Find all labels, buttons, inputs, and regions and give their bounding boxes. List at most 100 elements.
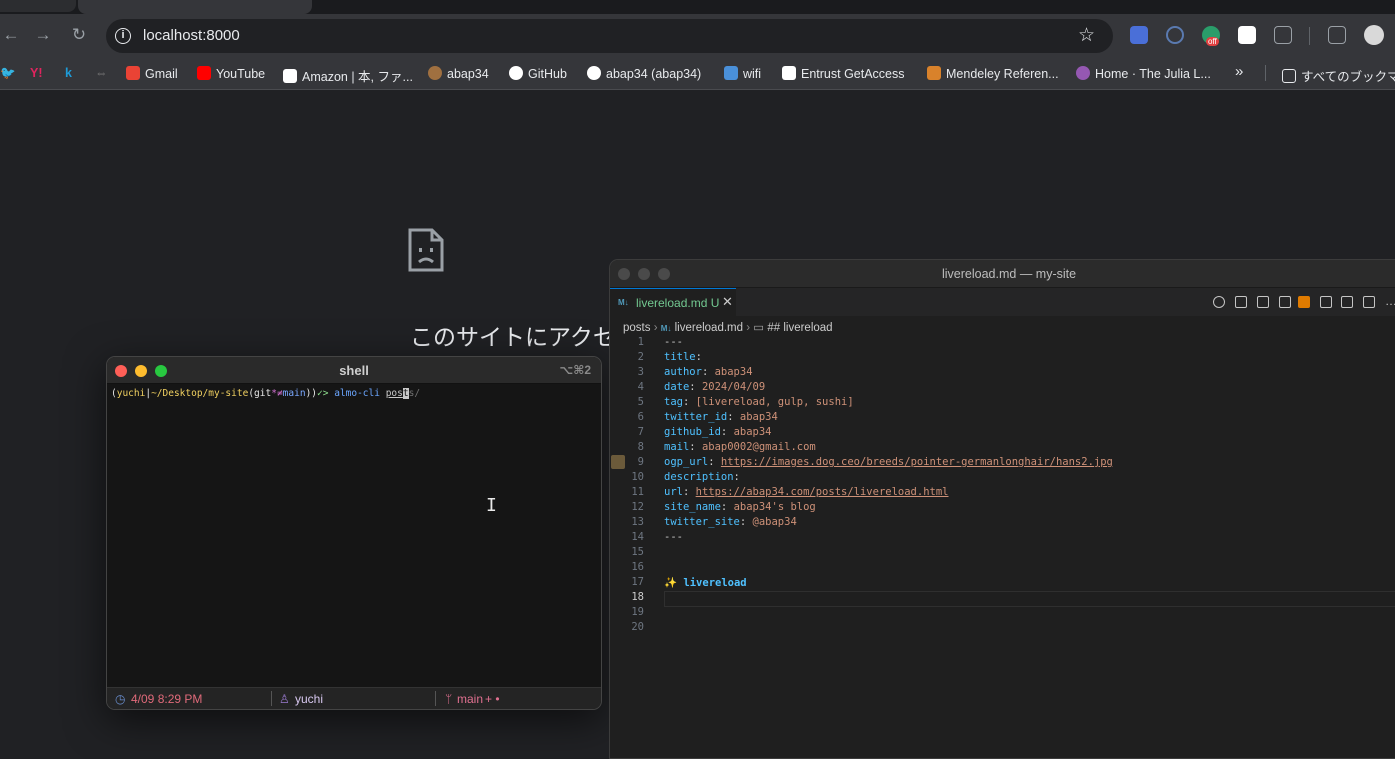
tab-livereload-md[interactable]: M↓ livereload.md U ✕ (610, 288, 736, 316)
terminal-window[interactable]: shell ⌥⌘2 (yuchi|~/Desktop/my-site(git*≠… (106, 356, 602, 710)
bookmark-star-icon[interactable]: ☆ (1078, 24, 1095, 47)
yaml-value: abap0002@gmail.com (701, 441, 816, 453)
puzzle-extensions-icon[interactable] (1274, 26, 1292, 44)
compare-icon[interactable] (1257, 296, 1269, 308)
more-bookmarks-chevron-icon[interactable]: » (1235, 63, 1243, 80)
code-line[interactable]: --- (664, 531, 683, 543)
bookmark-label: Home · The Julia L... (1095, 67, 1211, 81)
bookmark-label: abap34 (447, 67, 489, 81)
command-arg: pos (385, 388, 403, 399)
address-bar[interactable] (106, 19, 1113, 53)
terminal-titlebar[interactable]: shell ⌥⌘2 (107, 357, 601, 384)
breadcrumb[interactable]: posts › M↓ livereload.md › ▭ ## liverelo… (623, 320, 833, 334)
close-icon[interactable]: ✕ (722, 294, 733, 310)
prompt-ok: ✓> (317, 388, 329, 399)
more-actions-icon[interactable]: … (1385, 294, 1395, 308)
yaml-link[interactable]: https://abap34.com/posts/livereload.html (696, 486, 949, 498)
editor-titlebar[interactable]: livereload.md — my-site (610, 260, 1395, 288)
bookmark-youtube[interactable]: YouTube (197, 66, 265, 81)
yaml-key: ogp_url (664, 456, 709, 468)
prompt-user: yuchi (116, 388, 146, 399)
link-icon[interactable]: ⇔ (95, 66, 108, 80)
bookmark-entrust[interactable]: Entrust GetAccess (782, 66, 905, 81)
abap34-icon (428, 66, 442, 80)
yaml-link[interactable]: https://images.dog.ceo/breeds/pointer-ge… (721, 456, 1113, 468)
zoom-button[interactable] (658, 268, 670, 280)
yaml-value: abap34 (739, 411, 778, 423)
kaggle-icon[interactable]: k (65, 66, 72, 80)
crumb-symbol[interactable]: ## livereload (767, 322, 832, 334)
tab-filename: livereload.md (636, 296, 708, 310)
bookmark-gmail[interactable]: Gmail (126, 66, 178, 81)
yaml-key: site_name (664, 501, 721, 513)
side-panel-icon[interactable] (1328, 26, 1346, 44)
code-line[interactable]: tag: [livereload, gulp, sushi] (664, 396, 854, 408)
preview-side-icon[interactable] (1320, 296, 1332, 308)
timeline-icon[interactable] (1213, 296, 1225, 308)
preview-icon[interactable] (1235, 296, 1247, 308)
yaml-key: date (664, 381, 690, 393)
code-line[interactable]: ✨ livereload (664, 576, 747, 589)
split-editor-icon[interactable] (1363, 296, 1375, 308)
all-bookmarks-folder[interactable]: すべてのブックマ (1282, 66, 1395, 85)
bookmark-github-abap34[interactable]: abap34 (abap34) (587, 66, 701, 81)
folder-icon (1282, 69, 1296, 83)
bookmark-github[interactable]: GitHub (509, 66, 567, 81)
extension-action-icon[interactable] (1298, 296, 1310, 308)
crumb-file[interactable]: livereload.md (675, 322, 743, 334)
line-number: 18 (631, 591, 644, 603)
minimize-button[interactable] (638, 268, 650, 280)
bookmark-mendeley[interactable]: Mendeley Referen... (927, 66, 1059, 81)
profile-extension-icon[interactable] (1166, 26, 1184, 44)
url-text[interactable]: localhost:8000 (143, 27, 240, 44)
forward-arrow-icon[interactable]: → (32, 24, 54, 46)
frontmatter-delimiter: --- (664, 336, 683, 348)
code-line[interactable]: title: (664, 351, 702, 363)
bookmark-label: Amazon | 本, ファ... (302, 70, 413, 84)
yaml-value: @abap34 (752, 516, 797, 528)
bookmark-wifi[interactable]: wifi (724, 66, 761, 81)
bookmark-julia[interactable]: Home · The Julia L... (1076, 66, 1211, 81)
code-extension-icon[interactable] (1238, 26, 1256, 44)
code-line[interactable]: github_id: abap34 (664, 426, 772, 438)
code-line[interactable]: mail: abap0002@gmail.com (664, 441, 816, 453)
symbol-icon: ▭ (753, 322, 765, 334)
crumb-folder[interactable]: posts (623, 322, 651, 334)
print-icon[interactable] (1341, 296, 1353, 308)
terminal-prompt-line[interactable]: (yuchi|~/Desktop/my-site(git*≠main))✓> a… (111, 388, 420, 399)
profile-avatar[interactable] (1364, 25, 1384, 45)
yaml-key: twitter_id (664, 411, 728, 423)
bookmark-amazon[interactable]: Amazon | 本, ファ... (283, 66, 413, 85)
code-line[interactable]: date: 2024/04/09 (664, 381, 765, 393)
browser-tab-inactive[interactable] (0, 0, 76, 12)
yaml-key: description (664, 471, 734, 483)
twitter-icon[interactable]: 🐦 (0, 66, 16, 81)
code-line[interactable]: site_name: abap34's blog (664, 501, 816, 513)
yaml-colon: : (739, 516, 753, 528)
code-line[interactable]: --- (664, 336, 683, 348)
line-number: 8 (637, 441, 644, 453)
code-line[interactable]: url: https://abap34.com/posts/livereload… (664, 486, 949, 498)
status-divider (435, 691, 436, 706)
yaml-value: [livereload, gulp, sushi] (695, 396, 854, 408)
line-number: 3 (637, 366, 644, 378)
code-line[interactable]: twitter_id: abap34 (664, 411, 778, 423)
code-line[interactable]: twitter_site: @abap34 (664, 516, 797, 528)
status-branch: main (457, 692, 484, 706)
bookmark-abap34[interactable]: abap34 (428, 66, 489, 81)
code-line[interactable]: author: abap34 (664, 366, 753, 378)
translate-extension-icon[interactable] (1130, 26, 1148, 44)
code-line[interactable]: description: (664, 471, 740, 483)
site-info-icon[interactable]: i (115, 28, 131, 44)
error-heading: このサイトにアクセ (410, 324, 616, 350)
back-arrow-icon[interactable]: ← (0, 24, 22, 46)
code-line[interactable]: ogp_url: https://images.dog.ceo/breeds/p… (664, 456, 1113, 468)
bookmark-label: Entrust GetAccess (801, 67, 905, 81)
browser-tab-active[interactable] (78, 0, 312, 14)
vscode-window[interactable]: livereload.md — my-site M↓ livereload.md… (609, 259, 1395, 759)
yahoo-icon[interactable]: Y! (30, 66, 43, 80)
user-icon: ♙ (279, 692, 290, 706)
reload-icon[interactable]: ↻ (68, 24, 90, 46)
close-button[interactable] (618, 268, 630, 280)
open-changes-icon[interactable] (1279, 296, 1291, 308)
